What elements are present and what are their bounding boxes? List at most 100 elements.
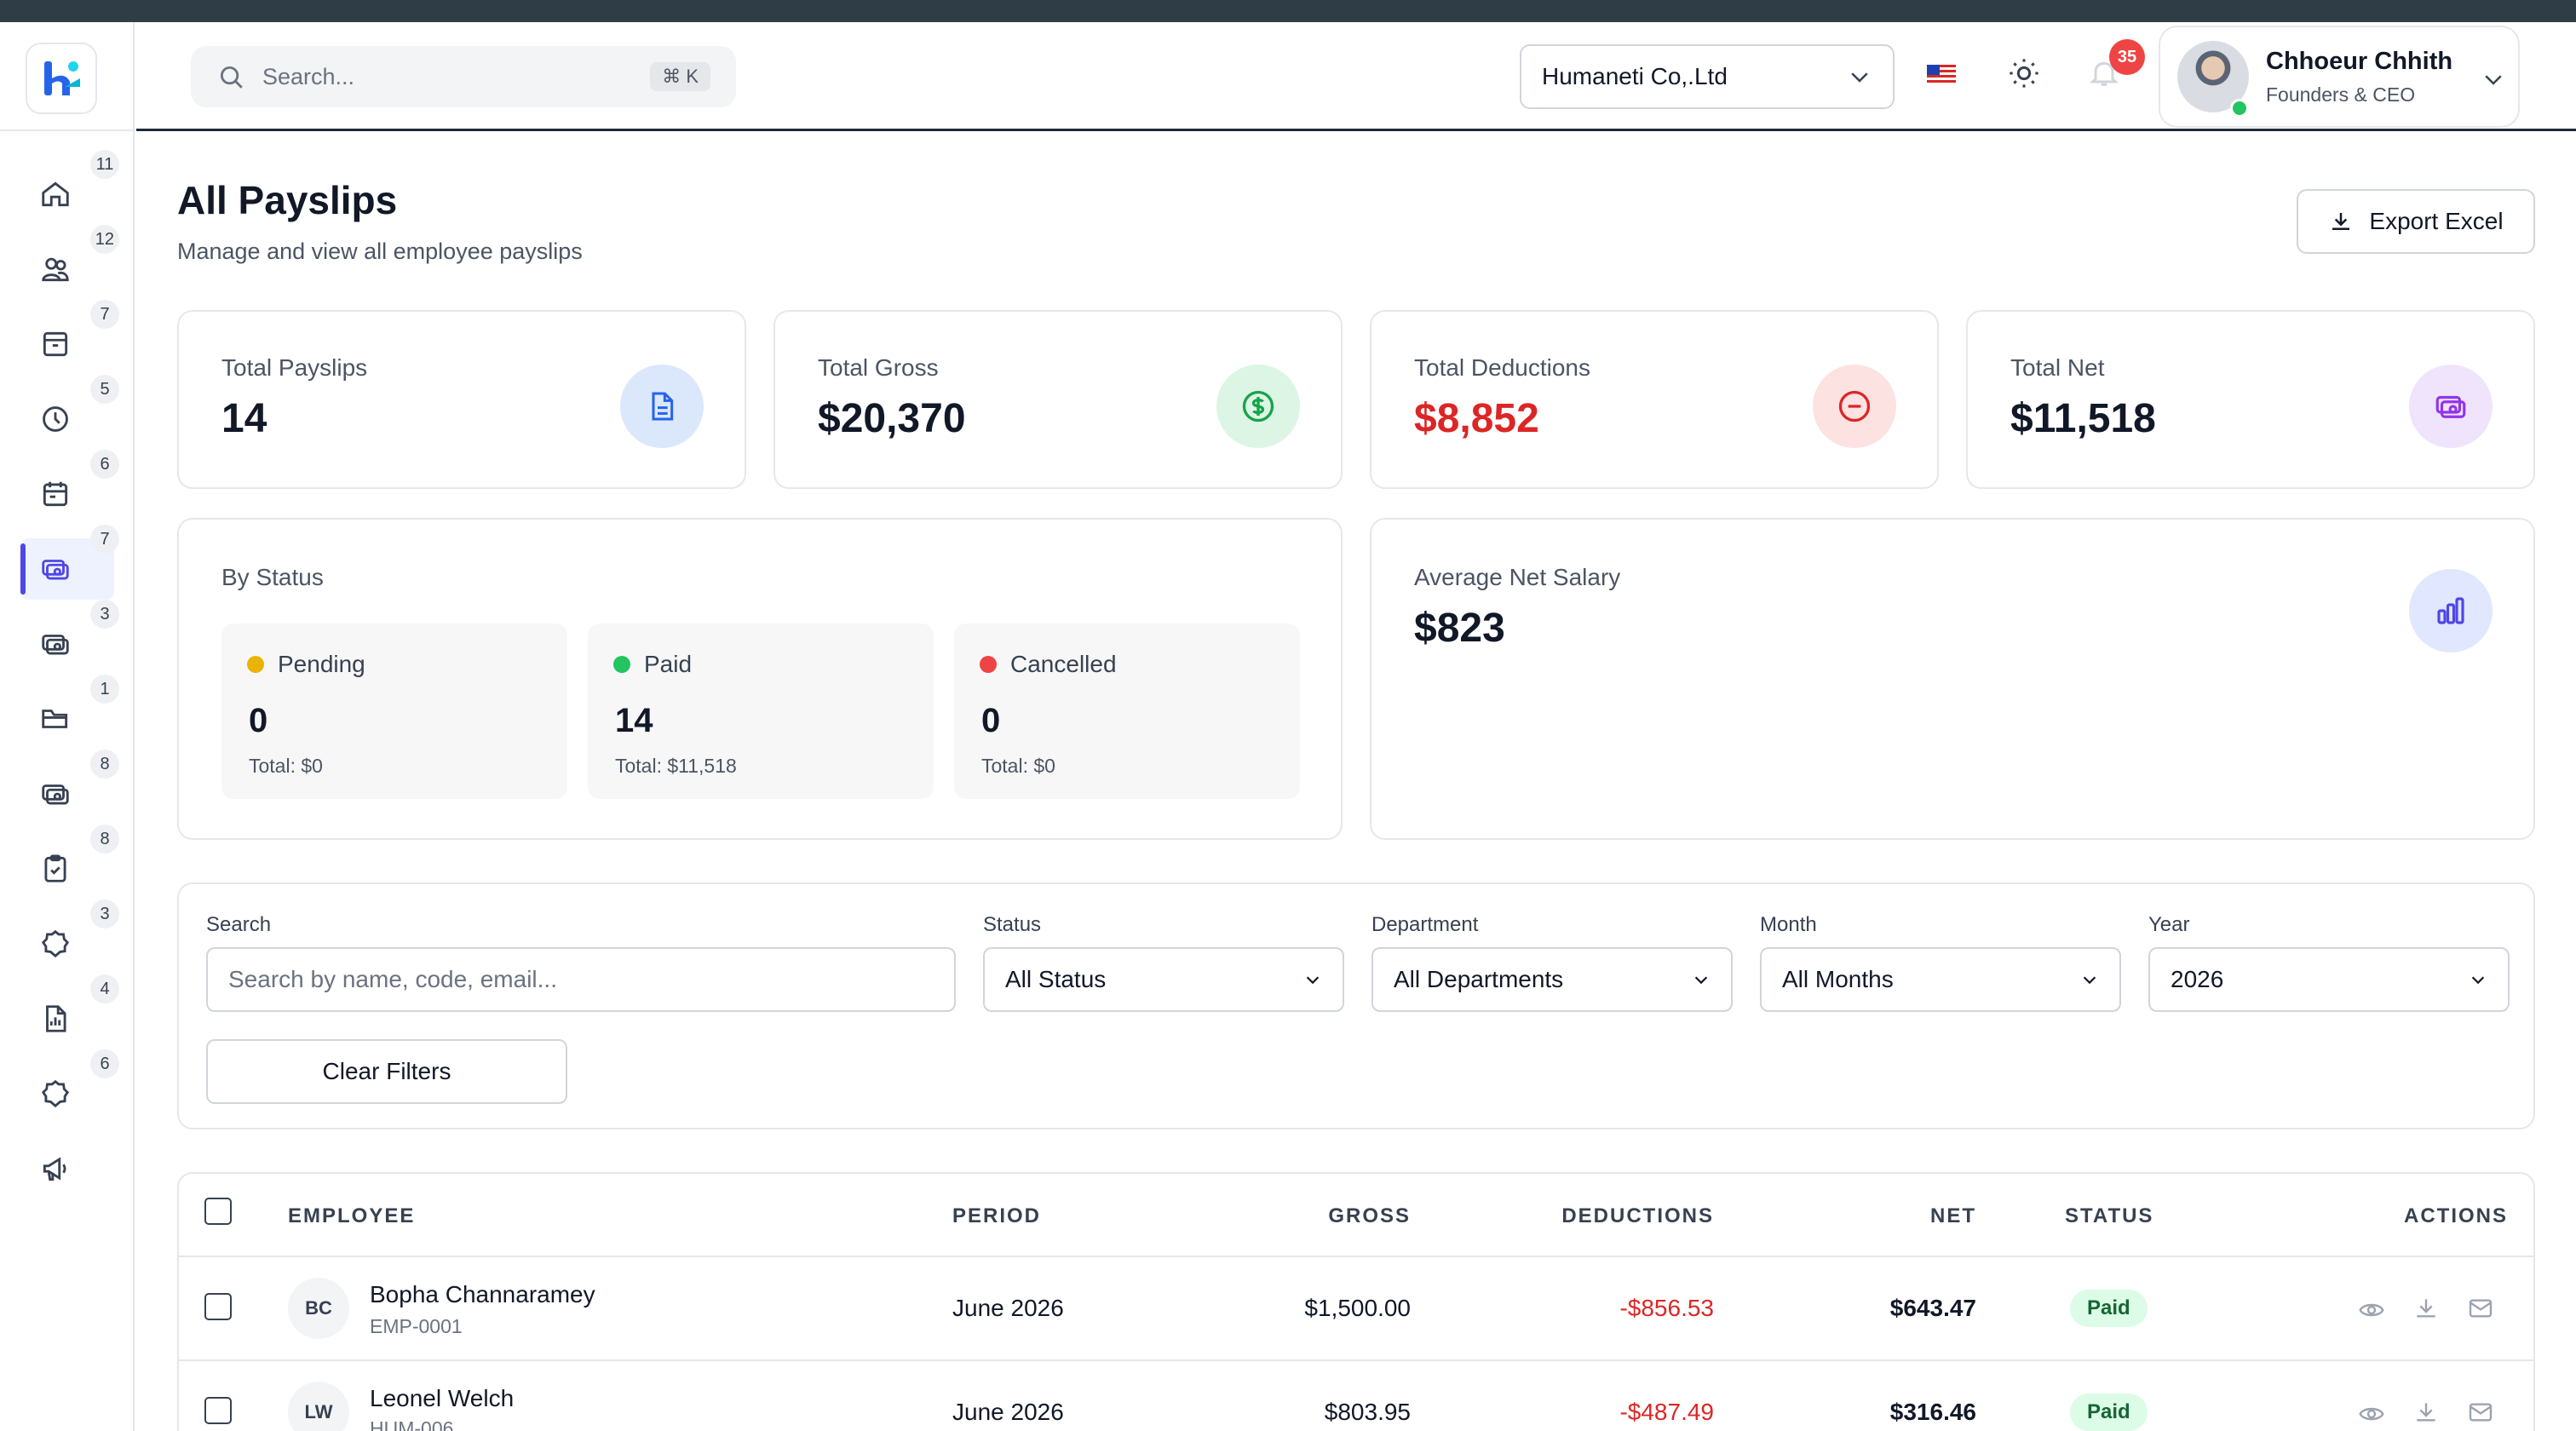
sidebar-divider xyxy=(0,129,135,131)
row-checkbox[interactable] xyxy=(204,1397,232,1424)
nav-badge: 8 xyxy=(90,825,119,853)
nav-badge: 7 xyxy=(90,300,119,329)
month-filter-value: All Months xyxy=(1782,966,1894,992)
column-header-status[interactable]: STATUS xyxy=(2065,1204,2153,1228)
status-total: Total: $11,518 xyxy=(615,755,737,777)
year-filter-select[interactable]: 2026 xyxy=(2148,947,2510,1012)
column-header-gross[interactable]: GROSS xyxy=(1278,1204,1411,1228)
mail-icon[interactable] xyxy=(2467,1399,2494,1426)
department-filter-value: All Departments xyxy=(1394,966,1564,992)
sidebar-item-payments[interactable]: 3 xyxy=(20,600,119,675)
employee-code: EMP-0001 xyxy=(370,1315,463,1337)
search-filter-input[interactable]: Search by name, code, email... xyxy=(206,947,956,1012)
export-excel-button[interactable]: Export Excel xyxy=(2297,189,2535,254)
status-count: 0 xyxy=(249,702,268,739)
company-name: Humaneti Co,.Ltd xyxy=(1542,63,1728,89)
deductions-cell: -$487.49 xyxy=(1619,1399,1714,1425)
column-header-period[interactable]: PERIOD xyxy=(952,1204,1041,1228)
archive-icon xyxy=(43,331,68,357)
download-icon[interactable] xyxy=(2412,1295,2440,1322)
user-role: Founders & CEO xyxy=(2266,83,2416,106)
sidebar-item-tasks[interactable]: 8 xyxy=(20,825,119,899)
clock-icon xyxy=(43,406,68,432)
status-filter-select[interactable]: All Status xyxy=(983,947,1344,1012)
chevron-down-icon xyxy=(2471,976,2485,985)
sidebar-item-payroll[interactable]: 7 xyxy=(20,525,119,600)
sidebar-item-attendance[interactable]: 5 xyxy=(20,375,119,450)
company-select[interactable]: Humaneti Co,.Ltd xyxy=(1520,44,1895,109)
status-count: 14 xyxy=(615,702,653,739)
nav-badge: 3 xyxy=(90,600,119,629)
sidebar-item-archive[interactable]: 7 xyxy=(20,300,119,375)
nav-badge: 6 xyxy=(90,450,119,479)
clipboard-check-icon xyxy=(44,854,66,882)
status-dot xyxy=(613,656,630,673)
stat-card-total-payslips: Total Payslips 14 xyxy=(177,310,746,489)
nav-badge: 7 xyxy=(90,525,119,554)
sidebar-item-performance[interactable]: 3 xyxy=(20,899,119,974)
users-icon xyxy=(42,257,69,282)
logo-mark-icon xyxy=(44,61,80,95)
clear-filters-button[interactable]: Clear Filters xyxy=(206,1039,567,1104)
nav-badge: 12 xyxy=(89,225,119,254)
clear-filters-label: Clear Filters xyxy=(322,1058,451,1084)
department-filter-label: Department xyxy=(1371,913,1479,936)
app-logo[interactable] xyxy=(26,43,97,114)
view-icon[interactable] xyxy=(2358,1400,2385,1428)
download-icon[interactable] xyxy=(2412,1399,2440,1426)
stat-icon-wrap xyxy=(1216,365,1300,448)
year-filter-label: Year xyxy=(2148,913,2190,936)
status-box-paid[interactable]: Paid 14 Total: $11,518 xyxy=(588,624,934,799)
sidebar-item-employees[interactable]: 12 xyxy=(20,225,119,300)
column-header-employee[interactable]: EMPLOYEE xyxy=(288,1204,415,1228)
sidebar-item-home[interactable]: 11 xyxy=(20,150,119,225)
sidebar-item-expenses[interactable]: 8 xyxy=(20,750,119,825)
status-dot xyxy=(980,656,997,673)
sidebar-item-calendar[interactable]: 6 xyxy=(20,450,119,525)
bar-chart-icon xyxy=(2437,597,2464,624)
view-icon[interactable] xyxy=(2358,1296,2385,1324)
sidebar-item-reports[interactable]: 4 xyxy=(20,974,119,1049)
status-name: Cancelled xyxy=(980,651,1117,678)
nav-badge: 11 xyxy=(90,150,119,179)
stat-label: Total Net xyxy=(2010,354,2105,381)
select-all-checkbox[interactable] xyxy=(204,1198,232,1225)
status-box-pending[interactable]: Pending 0 Total: $0 xyxy=(221,624,567,799)
payroll-icon xyxy=(42,560,69,580)
sidebar-item-documents[interactable]: 1 xyxy=(20,675,119,750)
global-search[interactable]: Search... ⌘ K xyxy=(191,46,736,107)
nav-badge: 4 xyxy=(90,974,119,1003)
sidebar: 11 12 7 5 6 7 3 1 8 8 3 4 6 xyxy=(0,22,135,1431)
by-status-title: By Status xyxy=(221,564,324,590)
sidebar-item-settings[interactable]: 6 xyxy=(20,1049,119,1124)
minus-circle-icon xyxy=(1838,390,1871,422)
status-total: Total: $0 xyxy=(249,755,323,777)
theme-toggle-icon[interactable] xyxy=(2007,56,2041,90)
status-dot xyxy=(247,656,264,673)
status-label: Cancelled xyxy=(1010,651,1117,677)
page-subtitle: Manage and view all employee payslips xyxy=(177,238,583,264)
year-filter-value: 2026 xyxy=(2171,966,2224,992)
employee-name[interactable]: Bopha Channaramey xyxy=(370,1281,595,1308)
column-header-net[interactable]: NET xyxy=(1840,1204,1976,1228)
status-badge: Paid xyxy=(2070,1290,2148,1327)
report-icon xyxy=(46,1005,66,1032)
sidebar-item-announcements[interactable] xyxy=(20,1138,114,1199)
status-name: Pending xyxy=(247,651,365,678)
cash-icon xyxy=(42,784,69,805)
month-filter-select[interactable]: All Months xyxy=(1760,947,2121,1012)
user-menu[interactable]: Chhoeur Chhith Founders & CEO xyxy=(2159,26,2520,128)
employee-name[interactable]: Leonel Welch xyxy=(370,1385,514,1412)
mail-icon[interactable] xyxy=(2467,1295,2494,1322)
us-flag-icon[interactable] xyxy=(1927,65,1956,85)
stat-icon-wrap xyxy=(2409,365,2493,448)
column-header-deductions[interactable]: DEDUCTIONS xyxy=(1516,1204,1714,1228)
status-label: Pending xyxy=(278,651,365,677)
stat-label: Total Payslips xyxy=(221,354,368,381)
stat-icon-wrap xyxy=(2409,569,2493,652)
status-box-cancelled[interactable]: Cancelled 0 Total: $0 xyxy=(954,624,1300,799)
settings-badge-icon xyxy=(41,1079,70,1108)
row-checkbox[interactable] xyxy=(204,1293,232,1320)
deductions-cell: -$856.53 xyxy=(1619,1295,1714,1321)
department-filter-select[interactable]: All Departments xyxy=(1371,947,1733,1012)
